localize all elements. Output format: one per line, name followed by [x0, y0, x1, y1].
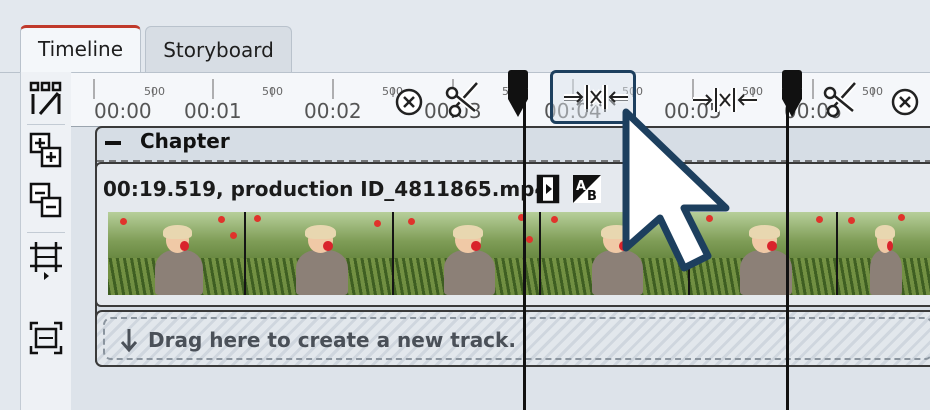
arrow-down-icon [120, 329, 138, 353]
left-toolbar [20, 72, 72, 410]
clip-duration: 00:19.519, [103, 177, 224, 201]
collapse-icon[interactable] [105, 141, 121, 145]
crop-fit-icon[interactable] [24, 240, 68, 280]
clip-title: 00:19.519, production ID_4811865.mp4 [103, 177, 548, 201]
fit-to-window-icon[interactable] [24, 318, 68, 358]
marker-pointer [508, 89, 528, 117]
toolbar-separator [27, 124, 65, 125]
marker-handle[interactable] [508, 70, 528, 90]
chapter-title: Chapter [140, 129, 230, 153]
mouse-cursor-icon [622, 108, 730, 272]
marker-line [786, 100, 789, 410]
new-track-label: Drag here to create a new track. [148, 328, 516, 352]
clip-thumbnail [394, 212, 541, 295]
svg-text:A: A [576, 179, 586, 194]
clip-thumbnail [246, 212, 394, 295]
delete-marker-icon[interactable] [888, 85, 922, 119]
tab-bar: Timeline Storyboard [0, 0, 930, 72]
marker-line [523, 100, 526, 410]
remove-track-icon[interactable] [24, 180, 68, 220]
video-properties-icon[interactable] [536, 174, 562, 204]
chapter-header: Chapter [97, 128, 930, 158]
ruler-sub-label: 500 [144, 85, 165, 98]
add-track-icon[interactable] [24, 130, 68, 170]
scissors-icon[interactable] [445, 79, 483, 119]
marker-handle[interactable] [782, 70, 802, 90]
auto-arrange-icon[interactable] [24, 78, 68, 118]
delete-marker-icon[interactable] [392, 85, 426, 119]
transition-ab-icon[interactable]: A B [572, 174, 602, 204]
ruler-sub-label: 500 [862, 85, 883, 98]
ruler-sub-label: 500 [262, 85, 283, 98]
clip-thumbnail [108, 212, 246, 295]
toolbar-separator [27, 232, 65, 233]
tab-timeline[interactable]: Timeline [20, 25, 141, 72]
ruler-time-label: 00:02 [304, 99, 362, 123]
ruler-time-label: 00:01 [184, 99, 242, 123]
tab-storyboard[interactable]: Storyboard [145, 26, 292, 72]
svg-text:B: B [587, 189, 597, 204]
ruler-time-label: 00:00 [94, 99, 152, 123]
clip-filename: production ID_4811865.mp4 [230, 177, 549, 201]
clip-thumbnail [838, 212, 930, 295]
scissors-icon[interactable] [823, 79, 861, 119]
